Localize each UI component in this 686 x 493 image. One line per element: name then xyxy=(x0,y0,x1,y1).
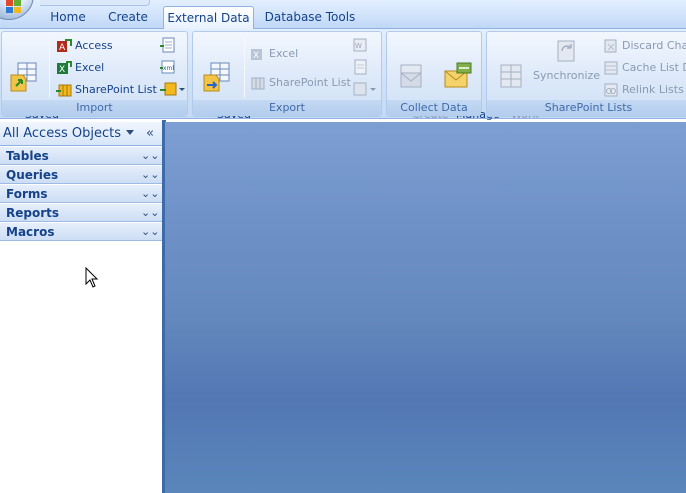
svg-text:X: X xyxy=(253,51,259,61)
export-sharepoint-list-label: SharePoint List xyxy=(269,76,351,89)
relink-lists-icon xyxy=(604,83,618,97)
expand-chevron-icon: ⌄⌄ xyxy=(141,206,160,219)
collect-data-group: Create E-mail Manage Replies Collect Dat… xyxy=(386,31,500,134)
svg-text:xml: xml xyxy=(163,65,174,72)
export-group: Saved Exports X Excel SharePoint List W xyxy=(192,31,382,134)
manage-replies-icon xyxy=(444,62,472,88)
ribbon: Saved Imports A Access X Excel SharePo xyxy=(0,29,686,134)
quick-access-toolbar xyxy=(40,0,150,6)
export-separator xyxy=(244,38,245,98)
excel-icon: X xyxy=(57,61,72,75)
synchronize-label: Synchronize xyxy=(533,69,601,82)
sharepoint-export-icon xyxy=(251,77,265,90)
svg-text:X: X xyxy=(59,65,65,75)
nav-group-queries[interactable]: Queries ⌄⌄ xyxy=(0,166,163,184)
svg-text:A: A xyxy=(59,43,66,53)
expand-chevron-icon: ⌄⌄ xyxy=(141,149,160,162)
import-group: Saved Imports A Access X Excel SharePo xyxy=(1,31,188,134)
mouse-cursor-icon xyxy=(85,267,99,288)
synchronize-button[interactable]: Synchronize xyxy=(533,35,601,82)
expand-chevron-icon: ⌄⌄ xyxy=(141,225,160,238)
import-access-button[interactable]: A Access xyxy=(56,37,113,55)
collect-data-group-label: Collect Data xyxy=(387,100,481,116)
synchronize-icon xyxy=(557,40,575,62)
sharepoint-list-icon xyxy=(56,84,72,97)
import-text-file-icon[interactable] xyxy=(160,37,176,53)
discard-changes-label: Discard Chan xyxy=(622,39,686,52)
import-sharepoint-list-button[interactable]: SharePoint List xyxy=(56,81,157,99)
nav-group-tables[interactable]: Tables ⌄⌄ xyxy=(0,147,163,165)
import-access-label: Access xyxy=(75,39,113,52)
export-word-icon[interactable]: W xyxy=(352,37,368,53)
document-workspace xyxy=(165,122,686,493)
import-sharepoint-list-label: SharePoint List xyxy=(75,83,157,96)
export-excel-label: Excel xyxy=(269,47,299,60)
nav-pane-header[interactable]: All Access Objects « xyxy=(0,122,163,146)
nav-group-macros[interactable]: Macros ⌄⌄ xyxy=(0,223,163,241)
nav-group-reports[interactable]: Reports ⌄⌄ xyxy=(0,204,163,222)
discard-changes-button[interactable]: Discard Chan xyxy=(603,37,686,55)
tab-create[interactable]: Create xyxy=(103,8,153,29)
nav-pane-title: All Access Objects xyxy=(3,126,121,141)
tab-home[interactable]: Home xyxy=(45,8,91,29)
more-export-dropdown-icon[interactable] xyxy=(352,81,378,97)
nav-group-label: Macros xyxy=(6,225,55,239)
sharepoint-lists-group-label: SharePoint Lists xyxy=(487,100,686,116)
expand-chevron-icon: ⌄⌄ xyxy=(141,187,160,200)
nav-group-label: Reports xyxy=(6,206,60,220)
access-icon: A xyxy=(57,39,72,53)
navigation-pane: All Access Objects « Tables ⌄⌄ Queries ⌄… xyxy=(0,122,164,493)
sharepoint-lists-group: Work Online Synchronize Discard Chan Cac… xyxy=(486,31,686,134)
export-excel-button[interactable]: X Excel xyxy=(250,45,298,63)
import-excel-label: Excel xyxy=(75,61,105,74)
import-xml-file-icon[interactable]: xml xyxy=(160,59,176,75)
chevron-down-icon[interactable] xyxy=(126,130,134,135)
export-sharepoint-list-button[interactable]: SharePoint List xyxy=(250,74,351,92)
cache-list-data-button[interactable]: Cache List Da xyxy=(603,59,686,77)
nav-group-label: Forms xyxy=(6,187,48,201)
import-separator xyxy=(49,38,50,98)
expand-chevron-icon: ⌄⌄ xyxy=(141,168,160,181)
discard-changes-icon xyxy=(604,39,617,53)
cache-list-data-icon xyxy=(604,61,618,75)
import-group-label: Import xyxy=(2,100,187,116)
export-group-label: Export xyxy=(193,100,381,116)
svg-text:W: W xyxy=(355,42,362,50)
saved-exports-icon xyxy=(203,62,230,92)
relink-lists-button[interactable]: Relink Lists xyxy=(603,81,684,99)
nav-group-forms[interactable]: Forms ⌄⌄ xyxy=(0,185,163,203)
shutter-bar-collapse-icon[interactable]: « xyxy=(146,122,154,146)
office-logo-icon xyxy=(6,0,21,13)
create-email-icon xyxy=(400,64,422,88)
import-excel-button[interactable]: X Excel xyxy=(56,59,104,77)
relink-lists-label: Relink Lists xyxy=(622,83,684,96)
export-text-file-icon[interactable] xyxy=(352,59,368,75)
nav-group-label: Queries xyxy=(6,168,59,182)
cache-list-data-label: Cache List Da xyxy=(622,61,686,74)
nav-group-label: Tables xyxy=(6,149,49,163)
excel-export-icon: X xyxy=(251,49,262,61)
tab-external-data[interactable]: External Data xyxy=(163,6,254,30)
work-online-icon xyxy=(500,64,522,88)
tab-database-tools[interactable]: Database Tools xyxy=(263,8,357,29)
saved-imports-icon xyxy=(10,62,37,92)
more-import-dropdown-icon[interactable] xyxy=(160,81,186,97)
ribbon-tab-strip: Home Create External Data Database Tools xyxy=(0,0,686,30)
